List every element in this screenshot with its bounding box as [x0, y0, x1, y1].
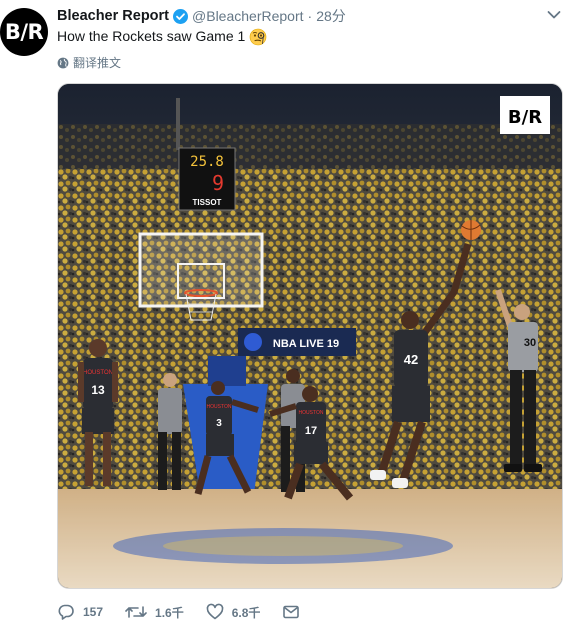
shot-clock-time: 25.8 [190, 154, 224, 170]
ad-banner: NBA LIVE 19 [238, 328, 356, 356]
jersey-team-17: HOUSTON [299, 410, 324, 416]
game-photo-illustration: 25.8 9 TISSOT NBA LIVE 19 HOUSTON 13 HOU… [58, 84, 562, 588]
chevron-down-icon[interactable] [547, 10, 561, 20]
like-count: 6.8千 [231, 605, 261, 620]
globe-icon [57, 57, 69, 68]
avatar[interactable]: B/R [0, 8, 48, 56]
tweet-timestamp[interactable]: 28分 [316, 6, 346, 26]
retweet-button[interactable]: 1.6千 [125, 603, 184, 621]
tweet-text-container: How the Rockets saw Game 1 [57, 27, 267, 46]
reply-button[interactable]: 157 [57, 603, 103, 621]
display-name[interactable]: Bleacher Report [57, 8, 169, 24]
ad-banner-text: NBA LIVE 19 [273, 338, 339, 350]
jersey-number-13: 13 [91, 383, 105, 397]
tweet-header: Bleacher Report @BleacherReport · 28分 [57, 6, 346, 26]
shot-clock-seconds: 9 [212, 171, 224, 195]
like-button[interactable]: 6.8千 [206, 603, 261, 621]
jersey-team-13: HOUSTON [83, 370, 113, 376]
separator-dot: · [307, 8, 313, 24]
envelope-icon [283, 605, 300, 619]
tweet: B/R Bleacher Report @BleacherReport · 28… [0, 0, 575, 629]
translate-label: 翻译推文 [73, 56, 122, 70]
direct-message-button[interactable] [282, 603, 308, 621]
jersey-number-17: 17 [305, 425, 317, 437]
user-handle[interactable]: @BleacherReport [192, 8, 304, 24]
avatar-logo: B/R [4, 20, 44, 44]
monocle-face-icon [249, 28, 267, 46]
translate-tweet-link[interactable]: 翻译推文 [57, 54, 121, 71]
jersey-team-3: HOUSTON [207, 404, 232, 410]
reply-icon [58, 604, 74, 620]
jersey-number-42: 42 [404, 352, 418, 367]
tweet-photo[interactable]: 25.8 9 TISSOT NBA LIVE 19 HOUSTON 13 HOU… [57, 83, 563, 589]
referee-number: 30 [524, 337, 536, 349]
shot-clock-sponsor: TISSOT [193, 198, 222, 207]
br-logo-text: B/R [508, 107, 542, 128]
retweet-count: 1.6千 [155, 605, 184, 620]
tweet-text: How the Rockets saw Game 1 [57, 28, 246, 44]
br-logo: B/R [500, 96, 550, 134]
retweet-icon [125, 606, 147, 618]
heart-icon [206, 603, 224, 620]
basketball-hoop [138, 232, 264, 321]
reply-count: 157 [83, 605, 104, 619]
jersey-number-3: 3 [216, 418, 222, 429]
tweet-actions: 157 1.6千 6.8千 [57, 600, 330, 624]
verified-badge-icon [173, 8, 189, 24]
